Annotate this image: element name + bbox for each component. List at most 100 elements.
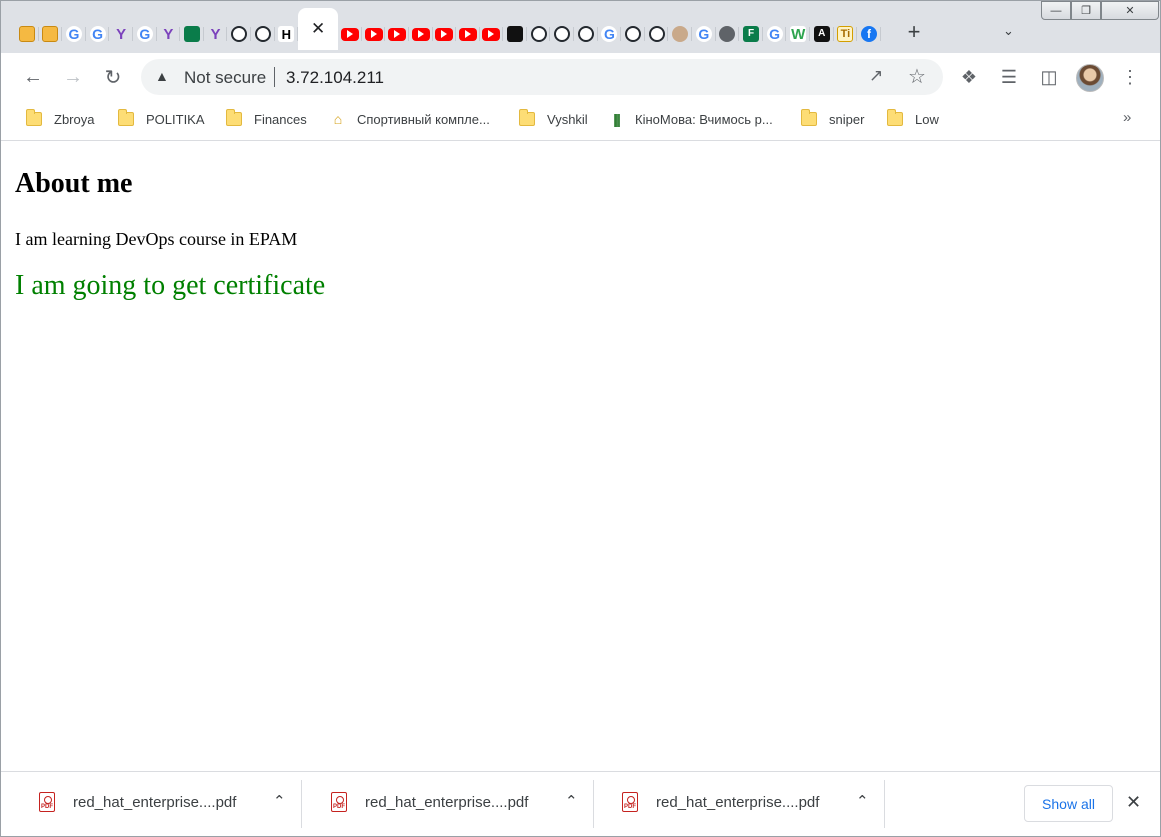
tab[interactable]: F [739, 21, 763, 47]
chevron-up-icon[interactable]: ⌃ [273, 792, 286, 810]
google-icon: G [136, 26, 153, 42]
address-separator [274, 67, 275, 87]
tab[interactable]: A [810, 21, 834, 47]
tab[interactable] [668, 21, 692, 47]
security-label[interactable]: Not secure [184, 68, 266, 88]
tab[interactable] [456, 21, 480, 47]
bookmark-label: Low [915, 111, 939, 127]
bookmark-zbroya[interactable]: Zbroya [26, 109, 94, 129]
close-icon[interactable]: ✕ [311, 19, 325, 39]
navigation-toolbar: ← → ↻ ▲ Not secure 3.72.104.211 ↗ ☆ ❖ ☰ … [1, 53, 1160, 101]
download-item[interactable]: PDF red_hat_enterprise....pdf ⌃ [301, 772, 593, 835]
back-arrow-icon[interactable]: ← [19, 63, 47, 91]
tab[interactable] [180, 21, 204, 47]
tab[interactable]: H [275, 21, 299, 47]
tab[interactable] [39, 21, 63, 47]
tab[interactable] [338, 21, 362, 47]
bookmark-star-icon[interactable]: ☆ [908, 64, 926, 89]
bookmark-sport[interactable]: ⌂ Спортивный компле... [329, 109, 490, 129]
certificate-text: I am going to get certificate [15, 270, 326, 301]
hashicorp-icon: H [278, 26, 295, 42]
tab[interactable] [385, 21, 409, 47]
youtube-icon [458, 27, 477, 41]
tab[interactable]: Y [204, 21, 228, 47]
chevron-up-icon[interactable]: ⌃ [856, 792, 869, 810]
menu-kebab-icon[interactable]: ⋮ [1116, 63, 1144, 91]
terraform-icon: Y [116, 25, 127, 43]
github-icon [530, 26, 547, 42]
bookmark-politika[interactable]: POLITIKA [118, 109, 205, 129]
warning-icon[interactable]: ▲ [155, 68, 169, 84]
tab[interactable] [645, 21, 669, 47]
tab[interactable] [503, 21, 527, 47]
more-bookmarks-chevron-icon[interactable]: » [1123, 109, 1131, 126]
profile-avatar[interactable] [1076, 64, 1104, 92]
tab[interactable]: G [598, 21, 622, 47]
hands-icon [183, 26, 200, 42]
tab[interactable]: G [133, 21, 157, 47]
show-all-button[interactable]: Show all [1024, 785, 1113, 822]
address-bar[interactable]: ▲ Not secure 3.72.104.211 ↗ ☆ [141, 59, 943, 95]
pdf-file-icon: PDF [39, 792, 55, 812]
media-queue-icon[interactable]: ☰ [995, 63, 1023, 91]
tab[interactable] [409, 21, 433, 47]
youtube-icon [411, 27, 430, 41]
bookmark-label: Спортивный компле... [357, 111, 490, 127]
tab[interactable] [227, 21, 251, 47]
maximize-button[interactable]: ❐ [1071, 1, 1101, 20]
extensions-puzzle-icon[interactable]: ❖ [955, 63, 983, 91]
new-tab-button[interactable]: + [904, 21, 924, 45]
tab[interactable]: G [62, 21, 86, 47]
tab[interactable] [433, 21, 457, 47]
tab[interactable] [621, 21, 645, 47]
side-panel-icon[interactable]: ◫ [1035, 63, 1063, 91]
tab[interactable] [251, 21, 275, 47]
tab[interactable] [550, 21, 574, 47]
bookmark-kinomova[interactable]: ||| КіноМова: Вчимось р... [607, 109, 773, 129]
tab[interactable]: Y [109, 21, 133, 47]
dark-site-icon: A [813, 26, 830, 42]
bookmark-sniper[interactable]: sniper [801, 109, 864, 129]
url-text[interactable]: 3.72.104.211 [286, 68, 384, 88]
folder-icon [801, 109, 817, 126]
bookmark-label: Finances [254, 111, 307, 127]
tab[interactable]: f [857, 21, 881, 47]
tab[interactable]: G [692, 21, 716, 47]
minimize-button[interactable]: — [1041, 1, 1071, 20]
download-shelf: PDF red_hat_enterprise....pdf ⌃ PDF red_… [1, 771, 1160, 836]
download-item[interactable]: PDF red_hat_enterprise....pdf ⌃ [9, 772, 301, 835]
tab[interactable] [527, 21, 551, 47]
amazon-box-icon [42, 26, 59, 42]
bookmark-finances[interactable]: Finances [226, 109, 307, 129]
youtube-icon [340, 27, 359, 41]
share-icon[interactable]: ↗ [869, 66, 883, 86]
chevron-up-icon[interactable]: ⌃ [565, 792, 578, 810]
tab[interactable]: G [763, 21, 787, 47]
tab[interactable]: G [86, 21, 110, 47]
tab[interactable] [480, 21, 504, 47]
youtube-icon [435, 27, 454, 41]
tab[interactable] [574, 21, 598, 47]
tab-search-chevron-icon[interactable]: ⌄ [1003, 23, 1014, 39]
download-filename: red_hat_enterprise....pdf [656, 794, 820, 811]
tab[interactable] [15, 21, 39, 47]
terraform-icon: Y [163, 25, 174, 43]
github-icon [231, 26, 248, 42]
tab[interactable]: W [786, 21, 810, 47]
tab[interactable] [716, 21, 740, 47]
bookmark-vyshkil[interactable]: Vyshkil [519, 109, 588, 129]
reload-icon[interactable]: ↻ [99, 63, 127, 91]
tab[interactable] [362, 21, 386, 47]
download-item[interactable]: PDF red_hat_enterprise....pdf ⌃ [592, 772, 884, 835]
youtube-icon [364, 27, 383, 41]
page-content: About me I am learning DevOps course in … [1, 142, 1160, 771]
bookmark-low[interactable]: Low [887, 109, 939, 129]
tab[interactable]: Y [157, 21, 181, 47]
tab-active[interactable]: ✕ [298, 8, 339, 50]
bookmark-label: Zbroya [54, 111, 95, 127]
tab[interactable]: Ti [834, 21, 858, 47]
close-icon[interactable]: ✕ [1126, 792, 1141, 813]
forward-arrow-icon[interactable]: → [59, 63, 87, 91]
window-close-button[interactable]: ✕ [1101, 1, 1159, 20]
download-separator [884, 780, 885, 828]
